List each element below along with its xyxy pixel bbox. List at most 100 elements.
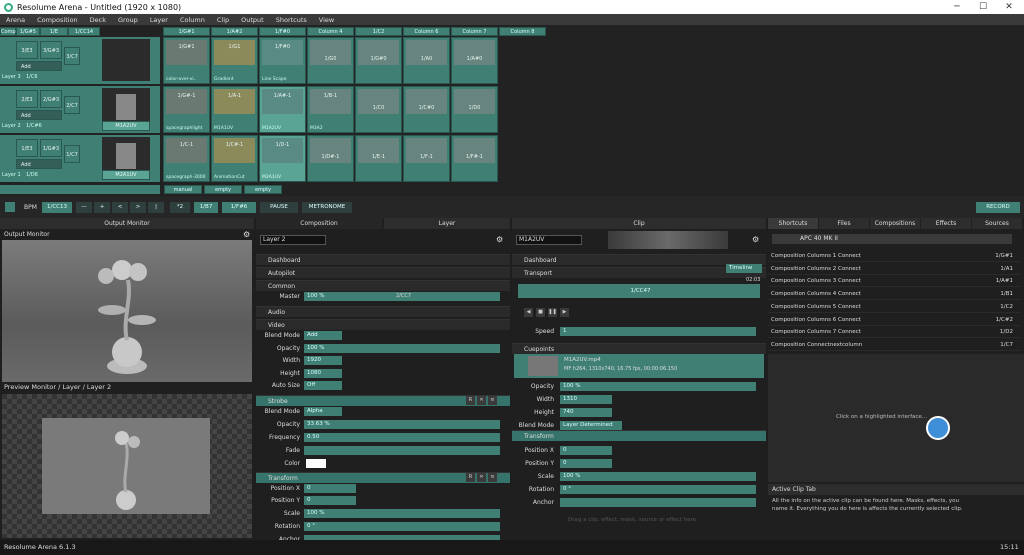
section-video[interactable]: Video bbox=[256, 319, 510, 330]
clip-slot[interactable]: 1/C#0 bbox=[403, 86, 450, 133]
deck-tab-2[interactable]: empty bbox=[244, 185, 282, 194]
shortcut-row[interactable]: Composition Columns 6 Connect 1/C#2 bbox=[768, 314, 1021, 326]
tempo-next-button[interactable]: > bbox=[130, 202, 146, 213]
section-audio[interactable]: Audio bbox=[256, 306, 510, 317]
param-width[interactable]: 1920 bbox=[304, 356, 342, 365]
close-button[interactable]: ✕ bbox=[998, 0, 1020, 14]
layer-button-0[interactable]: 2/E3 bbox=[16, 90, 38, 108]
param-height[interactable]: 1080 bbox=[304, 369, 342, 378]
clip-param-rotation[interactable]: 0 ° bbox=[560, 485, 756, 494]
menu-column[interactable]: Column bbox=[180, 16, 205, 24]
tab-clip[interactable]: Clip bbox=[512, 218, 766, 229]
menu-group[interactable]: Group bbox=[118, 16, 138, 24]
output-tab[interactable]: Output Monitor bbox=[0, 218, 254, 229]
minimize-button[interactable]: ─ bbox=[946, 0, 968, 14]
color-swatch[interactable] bbox=[306, 459, 326, 468]
tab-layer[interactable]: Layer bbox=[384, 218, 510, 229]
transform-tool-2[interactable]: ≡ bbox=[488, 473, 497, 482]
clip-param-opacity[interactable]: 100 % bbox=[560, 382, 756, 391]
clip-slot[interactable]: 1/D-1 M2A1UV bbox=[259, 135, 306, 182]
clip-param-width[interactable]: 1310 bbox=[560, 395, 612, 404]
clip-param-height[interactable]: 740 bbox=[560, 408, 612, 417]
transport-mode-select[interactable]: Timeline bbox=[726, 264, 762, 273]
clip-param-value[interactable] bbox=[560, 498, 756, 507]
shortcut-tab-compositions[interactable]: Compositions bbox=[870, 218, 920, 229]
clip-slot[interactable]: 1/C0 bbox=[355, 86, 402, 133]
clip-slot[interactable]: 1/C-1 spacegraph-3000 bbox=[163, 135, 210, 182]
transport-control-1[interactable]: ■ bbox=[536, 308, 545, 317]
shortcut-row[interactable]: Composition Columns 1 Connect 1/G#1 bbox=[768, 250, 1021, 262]
menu-layer[interactable]: Layer bbox=[150, 16, 168, 24]
shortcut-row[interactable]: Composition Columns 4 Connect 1/B1 bbox=[768, 288, 1021, 301]
layer-name[interactable]: Layer 1 bbox=[2, 172, 21, 178]
layer-add-button[interactable]: Add bbox=[16, 110, 62, 120]
shortcut-tab-shortcuts[interactable]: Shortcuts bbox=[768, 218, 818, 229]
clip-section-cuepoints[interactable]: Cuepoints bbox=[512, 343, 766, 354]
clip-param-blend[interactable]: Layer Determined bbox=[560, 421, 622, 430]
layer-add-button[interactable]: Add bbox=[16, 159, 62, 169]
strobe-tool-2[interactable]: ≡ bbox=[488, 396, 497, 405]
clip-slot[interactable]: 1/D#-1 bbox=[307, 135, 354, 182]
deck-tab-1[interactable]: empty bbox=[204, 185, 242, 194]
clip-slot[interactable]: 1/G#-1 spacegraphlight bbox=[163, 86, 210, 133]
tempo-double-button[interactable]: *2 bbox=[170, 202, 190, 213]
column-header-5[interactable]: 1/C2 bbox=[355, 27, 402, 36]
menu-arena[interactable]: Arena bbox=[6, 16, 25, 24]
clip-param-posy[interactable]: 0 bbox=[560, 459, 612, 468]
deck-top-tab-0[interactable]: Comp bbox=[0, 27, 16, 36]
clip-slot[interactable]: 1/A0 bbox=[403, 37, 450, 84]
resync-key[interactable]: 1/F#6 bbox=[222, 202, 256, 213]
param-rotation[interactable]: 0 ° bbox=[304, 522, 500, 531]
column-header-2[interactable]: 1/A#2 bbox=[211, 27, 258, 36]
clip-slot[interactable]: 1/E-1 bbox=[355, 135, 402, 182]
param-posx[interactable]: 0 bbox=[304, 484, 356, 493]
shortcut-row[interactable]: Composition Columns 2 Connect 1/A1 bbox=[768, 263, 1021, 275]
param-posy[interactable]: 0 bbox=[304, 496, 356, 505]
clip-slot[interactable]: 1/B-1 M3A2 bbox=[307, 86, 354, 133]
layer-name[interactable]: Layer 3 bbox=[2, 74, 21, 80]
gear-icon[interactable]: ⚙ bbox=[243, 230, 250, 239]
param-autosize[interactable]: Off bbox=[304, 381, 342, 390]
device-select[interactable]: APC 40 MK II bbox=[772, 234, 1012, 244]
clip-slot[interactable]: 1/G#0 bbox=[355, 37, 402, 84]
column-header-6[interactable]: Column 6 bbox=[403, 27, 450, 36]
layer-button-0[interactable]: 3/E3 bbox=[16, 41, 38, 59]
param-opacity[interactable]: 100 % bbox=[304, 344, 500, 353]
maximize-button[interactable]: ☐ bbox=[972, 0, 994, 14]
menu-output[interactable]: Output bbox=[241, 16, 264, 24]
param-frequency[interactable]: 0.50 bbox=[304, 433, 500, 442]
clip-slot[interactable]: 1/A#0 bbox=[451, 37, 498, 84]
clip-slot[interactable]: 1/G0 bbox=[307, 37, 354, 84]
bpm-field[interactable]: 1/CC13 bbox=[42, 202, 72, 213]
tempo-prev-button[interactable]: < bbox=[112, 202, 128, 213]
layer-active-clip-label[interactable]: M1A2UV bbox=[102, 121, 150, 131]
layer-active-clip-label[interactable]: M2A1UV bbox=[102, 170, 150, 180]
column-header-1[interactable]: 1/G#1 bbox=[163, 27, 210, 36]
clip-slot[interactable]: 1/G#1 color-over-vi.. bbox=[163, 37, 210, 84]
gear-icon[interactable]: ⚙ bbox=[496, 235, 503, 244]
transform-tool-1[interactable]: ✕ bbox=[477, 473, 486, 482]
layer-button-2[interactable]: 2/C7 bbox=[64, 96, 80, 114]
clip-param-posx[interactable]: 0 bbox=[560, 446, 612, 455]
layer-button-2[interactable]: 1/C7 bbox=[64, 145, 80, 163]
tap-key[interactable]: 1/B7 bbox=[194, 202, 218, 213]
deck-top-tab-3[interactable]: 1/CC14 bbox=[68, 27, 100, 36]
deck-top-tab-2[interactable]: 1/E bbox=[40, 27, 68, 36]
layer-button-2[interactable]: 3/C7 bbox=[64, 47, 80, 65]
section-common[interactable]: Common bbox=[256, 280, 510, 291]
tempo-minus-button[interactable]: — bbox=[76, 202, 92, 213]
tempo-nudge-left-button[interactable]: + bbox=[94, 202, 110, 213]
clip-slot[interactable]: 1/F-1 bbox=[403, 135, 450, 182]
column-header-3[interactable]: 1/F#0 bbox=[259, 27, 306, 36]
strobe-tool-0[interactable]: R bbox=[466, 396, 475, 405]
deck-tab-0[interactable]: manual bbox=[164, 185, 202, 194]
layer-name-field[interactable]: Layer 2 bbox=[260, 235, 326, 245]
section-dashboard[interactable]: Dashboard bbox=[256, 254, 510, 265]
layer-button-1[interactable]: 1/G#3 bbox=[40, 139, 62, 157]
column-header-4[interactable]: Column 4 bbox=[307, 27, 354, 36]
clip-slot[interactable]: 1/G1 Gradient bbox=[211, 37, 258, 84]
strobe-tool-1[interactable]: ✕ bbox=[477, 396, 486, 405]
section-autopilot[interactable]: Autopilot bbox=[256, 267, 510, 278]
param-strobe_blend[interactable]: Alpha bbox=[304, 407, 342, 416]
menu-deck[interactable]: Deck bbox=[90, 16, 106, 24]
